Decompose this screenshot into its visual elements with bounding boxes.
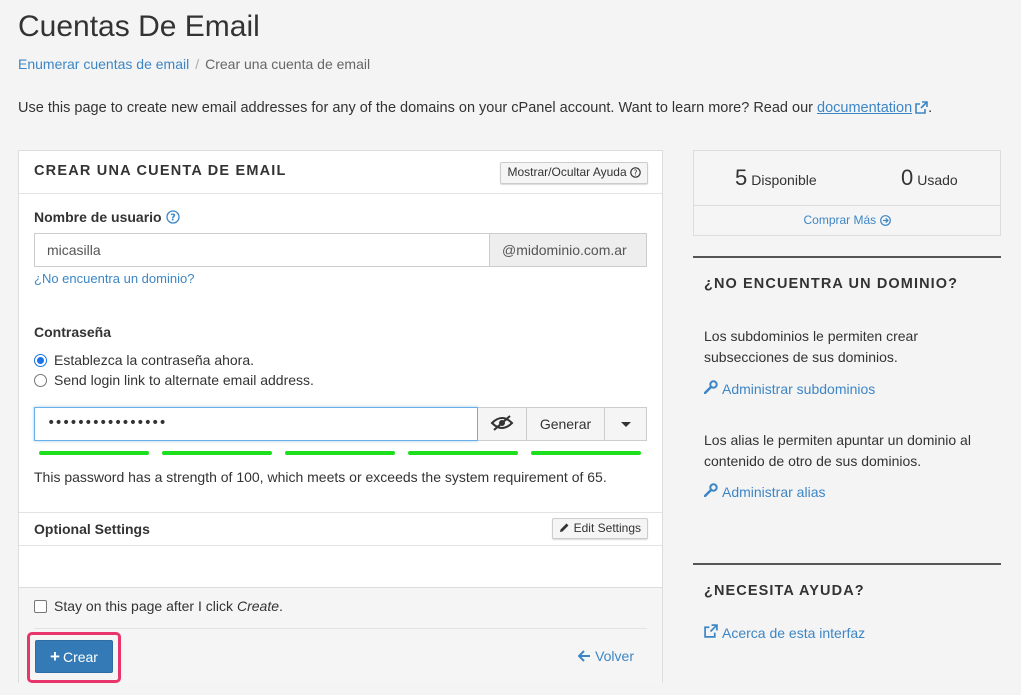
about-interface-label: Acerca de esta interfaz [722,624,866,641]
manage-alias-label: Administrar alias [722,483,826,500]
external-link-icon [704,624,722,641]
breadcrumb-current: Crear una cuenta de email [205,56,371,72]
stay-label-post: . [279,598,283,614]
missing-domain-heading: ¿NO ENCUENTRA UN DOMINIO? [704,276,959,292]
subdomains-text: Los subdominios le permiten crear subsec… [704,328,918,365]
breadcrumb: Enumerar cuentas de email / Crear una cuen… [18,56,370,72]
manage-alias-link[interactable]: Administrar alias [703,483,826,500]
caret-down-icon [620,421,631,427]
page-title: Cuentas De Email [18,10,260,43]
section-divider [19,545,662,546]
svg-text:?: ? [170,213,176,224]
used-label: Usado [917,172,958,188]
back-label: Volver [595,648,634,664]
external-link-icon [915,101,928,118]
edit-settings-button[interactable]: Edit Settings [552,518,648,539]
back-link[interactable]: Volver [577,648,634,665]
stay-on-page-option[interactable]: Stay on this page after I click Create. [34,598,283,614]
manage-subdomains-link[interactable]: Administrar subdominios [703,380,876,397]
manage-subdomains-label: Administrar subdominios [722,380,876,397]
intro-text: Use this page to create new email addres… [18,100,932,118]
eye-slash-icon [490,414,514,434]
strength-segment [285,451,395,455]
breadcrumb-parent-link[interactable]: Enumerar cuentas de email [18,56,189,72]
help-toggle-button[interactable]: Mostrar/Ocultar Ayuda ? [500,162,648,184]
stay-label-em: Create [236,598,280,614]
wrench-icon [703,483,722,500]
available-stat: 5 Disponible [735,165,817,191]
edit-settings-label: Edit Settings [573,521,641,535]
available-count: 5 [735,165,748,190]
username-label: Nombre de usuario [34,209,162,225]
strength-segment [162,451,272,455]
help-toggle-label: Mostrar/Ocultar Ayuda [507,165,627,179]
password-strength-meter [39,451,641,455]
section-divider [19,512,662,513]
intro-body: Use this page to create new email addres… [18,100,818,116]
svg-text:?: ? [634,168,638,177]
create-button[interactable]: + Crear [35,640,113,673]
radio-button-checked[interactable] [34,353,47,367]
toggle-visibility-button[interactable] [478,407,527,441]
missing-domain-section: ¿NO ENCUENTRA UN DOMINIO? Los subdominio… [693,256,1001,541]
arrow-circle-right-icon [879,215,891,229]
password-input-group: •••••••••••••••• Generar [34,407,647,441]
account-stats: 5 Disponible 0 Usado Comprar Más [693,150,1001,236]
about-interface-link[interactable]: Acerca de esta interfaz [704,624,865,641]
missing-domain-link[interactable]: ¿No encuentra un dominio? [34,271,194,286]
available-label: Disponible [751,172,817,188]
strength-segment [408,451,518,455]
domain-addon: @midominio.com.ar [489,233,647,267]
alias-text: Los alias le permiten apuntar un dominio… [704,432,971,469]
intro-end: . [928,100,933,116]
pencil-icon [559,522,570,536]
stay-label-pre: Stay on this page after I click [54,598,233,614]
form-footer: Stay on this page after I click Create. … [19,587,662,683]
panel-header: CREAR UNA CUENTA DE EMAIL Mostrar/Oculta… [19,151,662,194]
strength-message: This password has a strength of 100, whi… [34,469,607,485]
arrow-left-icon [577,649,591,665]
used-count: 0 [901,165,914,190]
generate-password-button[interactable]: Generar [527,407,605,441]
question-circle-icon: ? [630,167,641,181]
used-stat: 0 Usado [901,165,958,191]
radio-set-password-now[interactable]: Establezca la contraseña ahora. [34,352,254,368]
radio-send-login-link[interactable]: Send login link to alternate email addre… [34,372,314,388]
strength-segment [531,451,641,455]
password-label: Contraseña [34,324,112,340]
buy-more-label: Comprar Más [803,213,877,227]
strength-segment [39,451,149,455]
username-input-group: @midominio.com.ar [34,233,647,267]
help-icon[interactable]: ? [165,210,180,227]
plus-icon: + [50,646,60,666]
buy-more-link[interactable]: Comprar Más [694,213,1000,229]
radio-button-unchecked[interactable] [34,373,47,387]
create-account-panel: CREAR UNA CUENTA DE EMAIL Mostrar/Oculta… [18,150,663,683]
footer-divider [34,628,647,629]
breadcrumb-separator: / [195,56,200,72]
generate-options-dropdown[interactable] [605,407,647,441]
password-input[interactable]: •••••••••••••••• [34,407,478,441]
documentation-link[interactable]: documentation [817,100,912,116]
stats-divider [694,205,1000,206]
username-label-row: Nombre de usuario? [34,209,180,227]
radio-set-now-label: Establezca la contraseña ahora. [54,352,255,368]
create-label: Crear [62,648,98,665]
stay-on-page-checkbox[interactable] [34,599,47,613]
panel-title: CREAR UNA CUENTA DE EMAIL [34,163,287,179]
optional-settings-title: Optional Settings [34,521,150,537]
help-heading: ¿NECESITA AYUDA? [704,583,865,599]
wrench-icon [703,380,722,397]
radio-send-link-label: Send login link to alternate email addre… [54,372,314,388]
username-input[interactable] [34,233,489,267]
help-section: ¿NECESITA AYUDA? Acerca de esta interfaz [693,563,1001,673]
